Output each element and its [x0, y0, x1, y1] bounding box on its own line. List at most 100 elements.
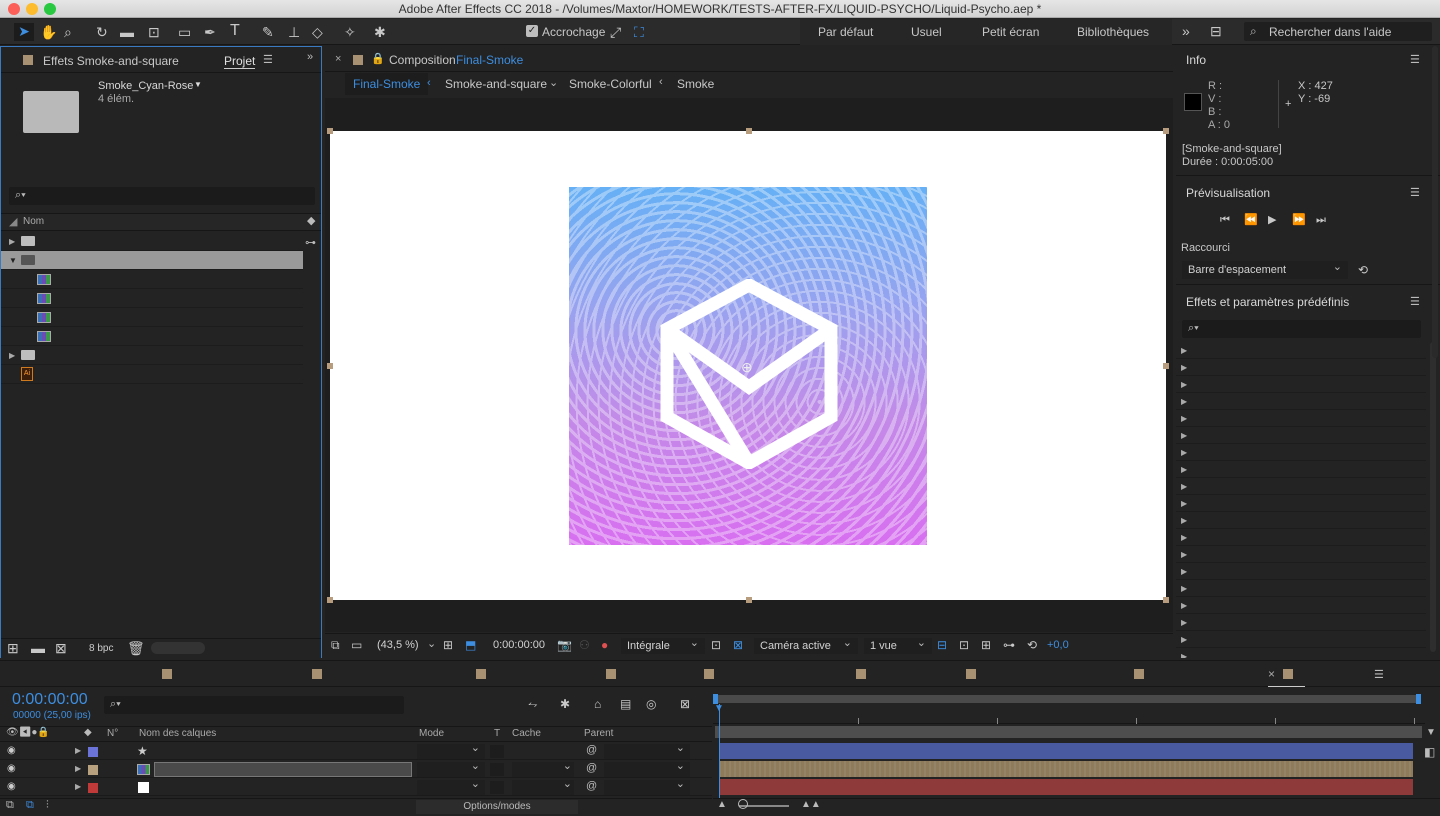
pick-whip-icon[interactable]: @ — [586, 780, 597, 792]
name-column-header[interactable]: Nom — [23, 216, 44, 227]
options-modes-toggle[interactable]: Options/modes — [416, 800, 578, 814]
layer-color-label[interactable] — [88, 765, 98, 775]
cache-dropdown[interactable]: ⌄ — [512, 760, 574, 777]
shortcut-dropdown[interactable]: Barre d'espacement — [1182, 258, 1348, 279]
layer-duration-bar[interactable] — [719, 761, 1413, 777]
clone-stamp-tool-icon[interactable]: ⊥ — [288, 24, 300, 40]
effects-category[interactable]: ▶ — [1176, 444, 1426, 461]
pen-tool-icon[interactable]: ✒ — [204, 24, 216, 40]
effects-category[interactable]: ▶ — [1176, 597, 1426, 614]
project-scrollbar[interactable] — [151, 642, 205, 654]
current-time[interactable]: 0:00:00:00 — [493, 639, 545, 651]
layer-duration-bar[interactable] — [719, 743, 1413, 759]
mode-dropdown[interactable]: ⌄ — [417, 742, 485, 759]
zoom-out-icon[interactable]: ▲ — [717, 799, 727, 810]
pick-whip-icon[interactable]: @ — [586, 762, 597, 774]
zoom-dropdown[interactable]: (43,5 %) — [377, 639, 419, 651]
effects-category[interactable]: ▶ — [1176, 359, 1426, 376]
selection-tool-icon[interactable]: ➤ — [14, 23, 34, 41]
zoom-slider-handle[interactable] — [738, 799, 748, 809]
first-frame-icon[interactable]: ⏮ — [1220, 212, 1230, 228]
zoom-tool-icon[interactable]: ⌕ — [64, 24, 72, 40]
region-of-interest-icon[interactable]: ⊡ — [711, 637, 721, 653]
effects-category[interactable]: ▶ — [1176, 563, 1426, 580]
rectangle-tool-icon[interactable]: ▭ — [178, 24, 191, 40]
panel-menu-icon[interactable]: ☰ — [1410, 53, 1420, 66]
rotate-tool-icon[interactable]: ↻ — [96, 24, 108, 40]
comp-switches-icon[interactable]: ⧉ — [6, 799, 14, 812]
layer-search-input[interactable]: ⌕▾ — [104, 696, 404, 714]
project-item[interactable] — [1, 308, 303, 327]
frame-blending-icon[interactable]: ▤ — [620, 696, 631, 712]
layer-name[interactable] — [154, 744, 158, 759]
hand-tool-icon[interactable]: ✋ — [40, 24, 57, 40]
transform-handle[interactable] — [327, 128, 333, 134]
camera-dropdown[interactable]: Caméra active — [754, 635, 858, 654]
effects-category[interactable]: ▶ — [1176, 631, 1426, 648]
sync-settings-icon[interactable]: ⊟ — [1210, 23, 1222, 39]
breadcrumb-smoke-colorful[interactable]: Smoke-Colorful — [569, 77, 652, 91]
tab-liquid-colorful[interactable] — [162, 661, 184, 687]
anchor-point-icon[interactable]: ⊕ — [741, 359, 753, 376]
transparency-grid-icon[interactable]: ⊠ — [733, 637, 743, 653]
mask-visibility-icon[interactable]: ⬒ — [465, 637, 476, 653]
fast-previews-icon[interactable]: ⊡ — [959, 637, 969, 653]
puppet-tool-icon[interactable]: ✱ — [374, 24, 386, 40]
project-item[interactable]: ▶ — [1, 346, 303, 365]
motion-blur-icon[interactable]: ◎ — [646, 696, 656, 712]
effects-search-input[interactable]: ⌕▾ — [1182, 320, 1421, 338]
exposure-value[interactable]: +0,0 — [1047, 639, 1069, 651]
effects-category[interactable]: ▶ — [1176, 512, 1426, 529]
pan-behind-tool-icon[interactable]: ⊡ — [148, 24, 160, 40]
text-tool-icon[interactable]: T — [230, 23, 240, 39]
project-preview-name[interactable]: Smoke_Cyan-Rose — [98, 80, 193, 92]
mode-dropdown[interactable]: ⌄ — [417, 778, 485, 795]
project-item[interactable]: ▼ — [1, 251, 303, 270]
transform-handle[interactable] — [327, 597, 333, 603]
breadcrumb-smoke-and-square[interactable]: Smoke-and-square — [445, 77, 547, 91]
play-icon[interactable]: ▶ — [1268, 212, 1276, 228]
time-ruler[interactable] — [713, 704, 1425, 724]
more-workspaces-icon[interactable]: » — [1182, 23, 1190, 39]
parent-dropdown[interactable]: ⌄ — [604, 742, 690, 759]
cache-dropdown[interactable]: ⌄ — [512, 778, 574, 795]
effects-category[interactable]: ▶ — [1176, 614, 1426, 631]
disclosure-arrow-icon[interactable]: ▶ — [75, 764, 81, 773]
work-area-bar[interactable] — [715, 695, 1420, 703]
tab-project[interactable]: Projet — [224, 54, 256, 69]
layer-duration-bar[interactable] — [719, 779, 1413, 795]
last-frame-icon[interactable]: ⏭ — [1316, 212, 1326, 228]
panel-menu-icon[interactable]: ☰ — [1374, 668, 1384, 681]
brush-tool-icon[interactable]: ✎ — [262, 24, 274, 40]
layer-name[interactable] — [154, 762, 412, 777]
views-dropdown[interactable]: 1 vue — [864, 635, 932, 654]
mode-dropdown[interactable]: ⌄ — [417, 760, 485, 777]
flowchart-icon[interactable]: ⊶ — [305, 236, 316, 249]
toggle-pixel-aspect-icon[interactable]: ⊟ — [937, 637, 947, 653]
parent-dropdown[interactable]: ⌄ — [604, 760, 690, 777]
snap-checkbox[interactable]: ✓ — [526, 25, 538, 37]
comp-mini-icon[interactable]: ◧ — [1424, 745, 1435, 759]
panel-menu-icon[interactable]: ☰ — [1410, 186, 1420, 199]
breadcrumb-final-smoke[interactable]: Final-Smoke — [345, 73, 429, 95]
tab-final-loop-fb[interactable] — [1134, 661, 1156, 687]
parent-dropdown[interactable]: ⌄ — [604, 778, 690, 795]
visibility-icon[interactable]: ◉ — [7, 745, 16, 756]
bit-depth-label[interactable]: 8 bpc — [89, 643, 113, 654]
visibility-icon[interactable]: ◉ — [7, 763, 16, 774]
channel-icon[interactable]: ● — [601, 637, 608, 653]
comp-flowchart-icon[interactable]: ⥊ — [528, 696, 538, 712]
layer-color-label[interactable] — [88, 783, 98, 793]
always-preview-icon[interactable]: ⧉ — [331, 637, 340, 653]
composition-viewer[interactable]: ⊕ — [325, 98, 1173, 632]
draft-3d-icon[interactable]: ✱ — [560, 696, 570, 712]
transform-handle[interactable] — [327, 363, 333, 369]
safe-margins-icon[interactable]: ⊞ — [443, 637, 453, 653]
help-search-field[interactable]: ⌕ Rechercher dans l'aide — [1244, 22, 1432, 41]
reset-icon[interactable]: ⟲ — [1358, 262, 1368, 278]
panel-menu-icon[interactable]: ☰ — [1410, 295, 1420, 308]
graph-editor-icon[interactable]: ⊠ — [680, 696, 690, 712]
scroll-up-icon[interactable]: ▼ — [1426, 727, 1436, 738]
interpret-footage-icon[interactable]: ⊞ — [7, 640, 19, 656]
current-time-indicator[interactable] — [719, 704, 720, 799]
